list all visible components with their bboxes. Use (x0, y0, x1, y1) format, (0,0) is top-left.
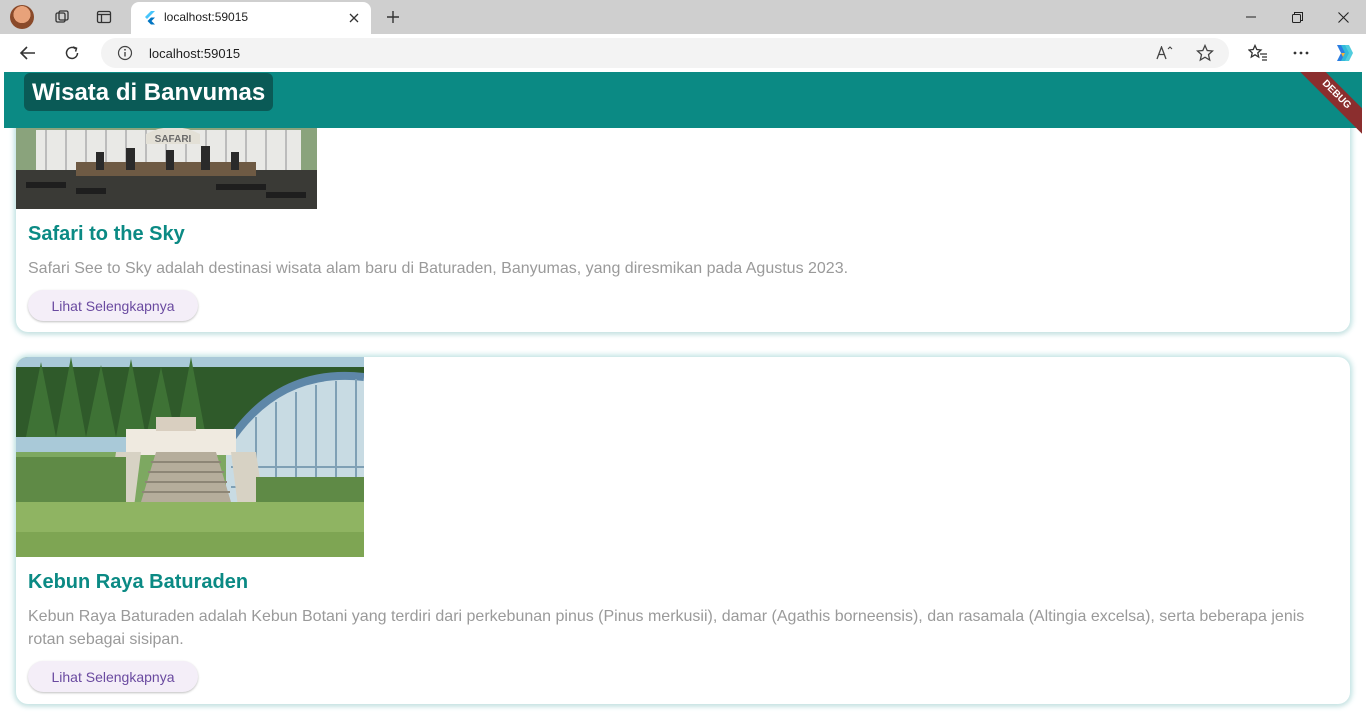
see-more-button[interactable]: Lihat Selengkapnya (28, 290, 198, 321)
refresh-icon[interactable] (58, 40, 86, 66)
minimize-icon[interactable] (1228, 0, 1274, 34)
workspaces-icon[interactable] (49, 5, 75, 29)
favorites-icon[interactable] (1246, 42, 1270, 64)
close-icon[interactable] (345, 9, 363, 27)
browser-tab-active[interactable]: localhost:59015 (131, 2, 371, 34)
app-viewport: SAFARI Safari to the Sky Safari See to S… (4, 72, 1362, 720)
browser-toolbar: localhost:59015 (0, 34, 1366, 72)
flutter-favicon (143, 11, 157, 25)
address-bar[interactable]: localhost:59015 (101, 38, 1229, 68)
favorite-star-icon[interactable] (1195, 44, 1215, 62)
destination-image (16, 357, 365, 557)
plus-icon[interactable] (381, 5, 405, 29)
profile-avatar[interactable] (10, 5, 34, 29)
destination-card: Kebun Raya Baturaden Kebun Raya Baturade… (16, 357, 1350, 704)
address-text[interactable]: localhost:59015 (149, 46, 240, 61)
destination-title: Kebun Raya Baturaden (28, 571, 249, 593)
window-close-icon[interactable] (1320, 0, 1366, 34)
tab-actions-icon[interactable] (91, 5, 117, 29)
see-more-button[interactable]: Lihat Selengkapnya (28, 661, 198, 692)
back-icon[interactable] (14, 40, 42, 66)
copilot-icon[interactable] (1331, 42, 1355, 64)
app-title: Wisata di Banvumas (24, 73, 274, 111)
image-sign-text: SAFARI (155, 134, 192, 145)
browser-tab-bar: localhost:59015 (0, 0, 1366, 34)
destination-title: Safari to the Sky (28, 223, 185, 245)
destination-description: Kebun Raya Baturaden adalah Kebun Botani… (28, 608, 1305, 648)
read-aloud-icon[interactable] (1155, 44, 1175, 62)
app-bar: Wisata di Banvumas DEBUG (4, 72, 1362, 144)
restore-icon[interactable] (1274, 0, 1320, 34)
tab-title: localhost:59015 (164, 10, 249, 24)
destination-description: Safari See to Sky adalah destinasi wisat… (28, 260, 849, 277)
more-icon[interactable] (1289, 42, 1313, 64)
info-icon[interactable] (117, 45, 133, 61)
